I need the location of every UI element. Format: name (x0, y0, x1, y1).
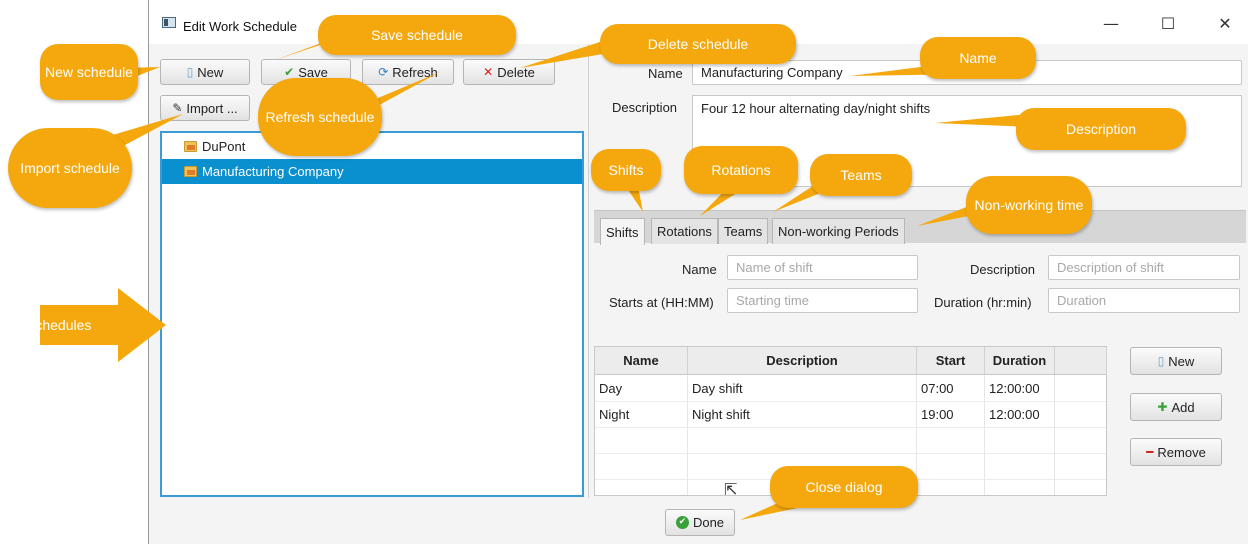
done-label: Done (692, 515, 725, 530)
delete-schedule-button[interactable]: ✕ Delete (463, 59, 555, 85)
tree-item-label: DuPont (202, 139, 246, 154)
delete-x-icon: ✕ (483, 65, 494, 79)
callout-delete-schedule: Delete schedule (600, 24, 796, 64)
refresh-button-label: Refresh (392, 64, 438, 80)
table-cell[interactable]: 19:00 (917, 401, 985, 427)
plus-icon: ✚ (1157, 400, 1168, 414)
folder-icon (184, 166, 197, 177)
tab-strip: Shifts Rotations Teams Non-working Perio… (594, 210, 1246, 245)
new-button-label: New (197, 64, 224, 80)
remove-shift-label: Remove (1157, 444, 1206, 460)
pencil-icon: ✎ (172, 101, 183, 115)
refresh-icon: ⟳ (378, 65, 389, 79)
tab-non-working-periods[interactable]: Non-working Periods (772, 218, 905, 244)
empty-column (985, 427, 1055, 495)
import-schedule-button[interactable]: ✎ Import ... (160, 95, 250, 121)
new-shift-button[interactable]: ▯ New (1130, 347, 1222, 375)
callout-schedules: Schedules (26, 316, 92, 333)
tab-rotations[interactable]: Rotations (651, 218, 718, 244)
column-header-filler (1055, 347, 1107, 375)
done-check-icon: ✔ (675, 516, 689, 529)
duration-label: Duration (hr:min) (934, 295, 1032, 310)
window-title: Edit Work Schedule (183, 19, 297, 34)
callout-import-schedule: Import schedule (8, 128, 132, 208)
import-button-label: Import ... (186, 100, 238, 116)
add-shift-label: Add (1171, 399, 1195, 415)
table-cell[interactable]: Day shift (688, 375, 917, 401)
empty-column (917, 427, 985, 495)
callout-shifts: Shifts (591, 149, 661, 191)
pane-divider (588, 44, 589, 498)
table-cell[interactable]: Night shift (688, 401, 917, 427)
callout-new-schedule: New schedule (40, 44, 138, 100)
table-cell[interactable]: 07:00 (917, 375, 985, 401)
table-cell[interactable]: 12:00:00 (985, 401, 1055, 427)
tab-shifts[interactable]: Shifts (600, 218, 645, 245)
duration-input[interactable]: Duration (1048, 288, 1240, 313)
tree-item-label: Manufacturing Company (202, 164, 344, 179)
delete-button-label: Delete (497, 64, 535, 80)
column-header-description[interactable]: Description (688, 347, 917, 375)
callout-rotations: Rotations (684, 146, 798, 194)
name-label: Name (648, 66, 683, 81)
close-icon[interactable]: ✕ (1213, 12, 1237, 36)
starts-at-input[interactable]: Starting time (727, 288, 918, 313)
empty-column (595, 427, 688, 495)
app-icon (162, 17, 176, 28)
callout-teams: Teams (810, 154, 912, 196)
new-schedule-button[interactable]: ▯ New (160, 59, 250, 85)
tree-item-manufacturing-company[interactable]: Manufacturing Company (162, 159, 582, 184)
callout-non-working-time: Non-working time (966, 176, 1092, 234)
mouse-cursor-icon: ⇱ (724, 480, 738, 499)
table-cell[interactable]: Night (595, 401, 688, 427)
minimize-icon[interactable]: — (1099, 12, 1123, 36)
shift-name-label: Name (682, 262, 717, 277)
column-header-start[interactable]: Start (917, 347, 985, 375)
description-label: Description (612, 100, 678, 115)
table-cell[interactable]: 12:00:00 (985, 375, 1055, 401)
schedules-tree[interactable]: DuPont Manufacturing Company (160, 131, 584, 497)
minus-icon: ━ (1146, 445, 1154, 459)
shift-name-input[interactable]: Name of shift (727, 255, 918, 280)
starts-at-label: Starts at (HH:MM) (609, 295, 714, 310)
add-shift-button[interactable]: ✚ Add (1130, 393, 1222, 421)
callout-refresh-schedule: Refresh schedule (258, 78, 382, 156)
new-document-icon: ▯ (186, 65, 194, 79)
remove-shift-button[interactable]: ━ Remove (1130, 438, 1222, 466)
refresh-schedule-button[interactable]: ⟳ Refresh (362, 59, 454, 85)
maximize-icon[interactable]: ☐ (1156, 12, 1180, 36)
callout-save-schedule: Save schedule (318, 15, 516, 55)
new-shift-label: New (1168, 353, 1195, 369)
callout-description: Description (1016, 108, 1186, 150)
done-button[interactable]: ✔ Done (665, 509, 735, 536)
new-document-icon: ▯ (1157, 354, 1165, 368)
table-cell[interactable]: Day (595, 375, 688, 401)
callout-name: Name (920, 37, 1036, 79)
callout-close-dialog: Close dialog (770, 466, 918, 508)
tab-teams[interactable]: Teams (718, 218, 769, 244)
shift-description-label: Description (970, 262, 1036, 277)
checkmark-icon: ✔ (284, 65, 295, 79)
column-header-name[interactable]: Name (595, 347, 688, 375)
shift-description-input[interactable]: Description of shift (1048, 255, 1240, 280)
folder-icon (184, 141, 197, 152)
column-header-duration[interactable]: Duration (985, 347, 1055, 375)
